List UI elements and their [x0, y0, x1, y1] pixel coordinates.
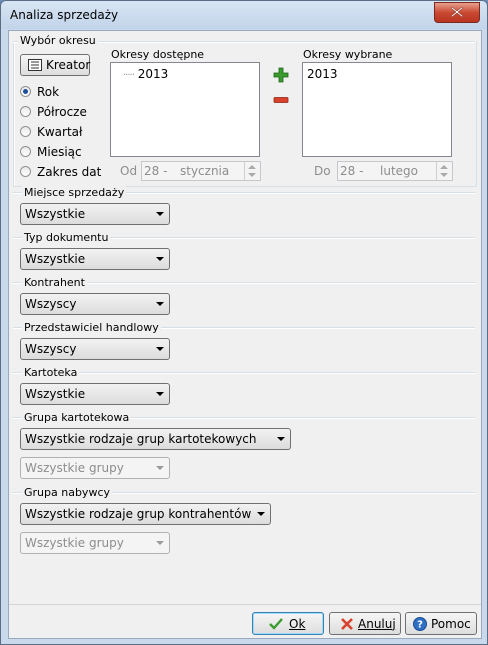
- przedstawiciel-combo[interactable]: Wszyscy: [20, 338, 170, 360]
- przedstawiciel-label: Przedstawiciel handlowy: [22, 321, 161, 334]
- available-periods-list[interactable]: ····· 2013: [110, 62, 260, 157]
- list-item[interactable]: ····· 2013: [123, 67, 168, 81]
- x-icon: [341, 618, 353, 630]
- to-date-spinner: [436, 162, 452, 180]
- typ-combo[interactable]: Wszystkie: [20, 248, 170, 270]
- radio-miesiac-indicator: [20, 146, 31, 157]
- chevron-down-icon: [156, 257, 164, 261]
- radio-polrocze-label: Półrocze: [37, 105, 87, 119]
- cancel-button[interactable]: Anuluj: [329, 612, 401, 635]
- radio-rok-indicator: [20, 86, 31, 97]
- close-icon: [451, 7, 463, 17]
- grupa-nab-sub-combo: Wszystkie grupy: [20, 532, 170, 554]
- grupa-nab-combo[interactable]: Wszystkie rodzaje grup kontrahentów: [20, 503, 271, 525]
- chevron-down-icon: [156, 392, 164, 396]
- add-period-button[interactable]: [271, 65, 291, 85]
- chevron-down-icon: [156, 541, 164, 545]
- grupa-nab-sub-value: Wszystkie grupy: [25, 536, 124, 550]
- minus-icon: [273, 97, 289, 103]
- close-button[interactable]: [434, 2, 480, 23]
- radio-zakres-dat-indicator: [20, 166, 31, 177]
- svg-text:?: ?: [417, 620, 423, 631]
- radio-zakres-dat-label: Zakres dat: [37, 165, 102, 179]
- to-day: 28 -: [340, 164, 364, 178]
- kreator-button[interactable]: Kreator: [20, 54, 90, 76]
- typ-label: Typ dokumentu: [22, 231, 111, 244]
- kreator-label: Kreator: [46, 58, 91, 72]
- period-group-label: Wybór okresu: [18, 34, 98, 47]
- available-periods-label: Okresy dostępne: [111, 48, 205, 61]
- from-label: Od: [120, 164, 138, 178]
- chevron-down-icon: [277, 437, 285, 441]
- to-month: lutego: [380, 164, 418, 178]
- radio-kwartal-indicator: [20, 126, 31, 137]
- grupa-nab-label: Grupa nabywcy: [22, 486, 112, 499]
- title-bar[interactable]: Analiza sprzedaży: [1, 1, 487, 29]
- ok-button[interactable]: Ok: [252, 612, 324, 635]
- przedstawiciel-value: Wszyscy: [25, 342, 77, 356]
- chevron-down-icon: [156, 347, 164, 351]
- kontrahent-combo[interactable]: Wszyscy: [20, 293, 170, 315]
- from-month: stycznia: [180, 164, 230, 178]
- from-date-spinner: [244, 162, 260, 180]
- chevron-down-icon: [156, 466, 164, 470]
- chevron-down-icon: [257, 512, 265, 516]
- list-item-label: 2013: [137, 67, 169, 81]
- grupa-kart-value: Wszystkie rodzaje grup kartotekowych: [25, 432, 257, 446]
- kontrahent-value: Wszyscy: [25, 297, 77, 311]
- radio-polrocze-indicator: [20, 106, 31, 117]
- grupa-kart-label: Grupa kartotekowa: [22, 411, 132, 424]
- typ-value: Wszystkie: [25, 252, 86, 266]
- kartoteka-combo[interactable]: Wszystkie: [20, 383, 170, 405]
- ok-label: Ok: [289, 616, 306, 631]
- grupa-kart-sub-value: Wszystkie grupy: [25, 461, 124, 475]
- radio-miesiac-label: Miesiąc: [37, 145, 82, 159]
- from-date-field: 28 - stycznia: [141, 161, 261, 181]
- to-label: Do: [314, 164, 331, 178]
- grupa-nab-value: Wszystkie rodzaje grup kontrahentów: [25, 507, 252, 521]
- help-icon: ?: [413, 617, 427, 631]
- check-icon: [269, 618, 283, 630]
- help-label: Pomoc: [431, 616, 471, 631]
- grupa-kart-combo[interactable]: Wszystkie rodzaje grup kartotekowych: [20, 428, 291, 450]
- miejsce-combo[interactable]: Wszystkie: [20, 203, 170, 225]
- dialog-window: Analiza sprzedaży Wybór okresu Kreator R…: [0, 0, 488, 645]
- dialog-client: Wybór okresu Kreator Rok Półrocze Kwarta…: [8, 30, 482, 639]
- grupa-kart-sub-combo: Wszystkie grupy: [20, 457, 170, 479]
- miejsce-value: Wszystkie: [25, 207, 86, 221]
- cancel-label: Anuluj: [358, 616, 396, 631]
- plus-icon: [273, 67, 289, 83]
- from-day: 28 -: [144, 164, 168, 178]
- miejsce-label: Miejsce sprzedaży: [22, 186, 127, 199]
- kartoteka-value: Wszystkie: [25, 387, 86, 401]
- chevron-down-icon: [156, 212, 164, 216]
- kontrahent-label: Kontrahent: [22, 276, 87, 289]
- help-button[interactable]: ? Pomoc: [405, 612, 477, 635]
- wizard-icon: [28, 59, 42, 71]
- selected-periods-list[interactable]: 2013: [302, 62, 452, 157]
- window-title: Analiza sprzedaży: [10, 8, 119, 22]
- to-date-field: 28 - lutego: [337, 161, 453, 181]
- remove-period-button[interactable]: [271, 90, 291, 110]
- chevron-down-icon: [156, 302, 164, 306]
- radio-rok-label: Rok: [37, 85, 60, 99]
- radio-kwartal-label: Kwartał: [37, 125, 83, 139]
- list-item[interactable]: 2013: [307, 67, 338, 81]
- kartoteka-label: Kartoteka: [22, 366, 80, 379]
- selected-periods-label: Okresy wybrane: [303, 48, 393, 61]
